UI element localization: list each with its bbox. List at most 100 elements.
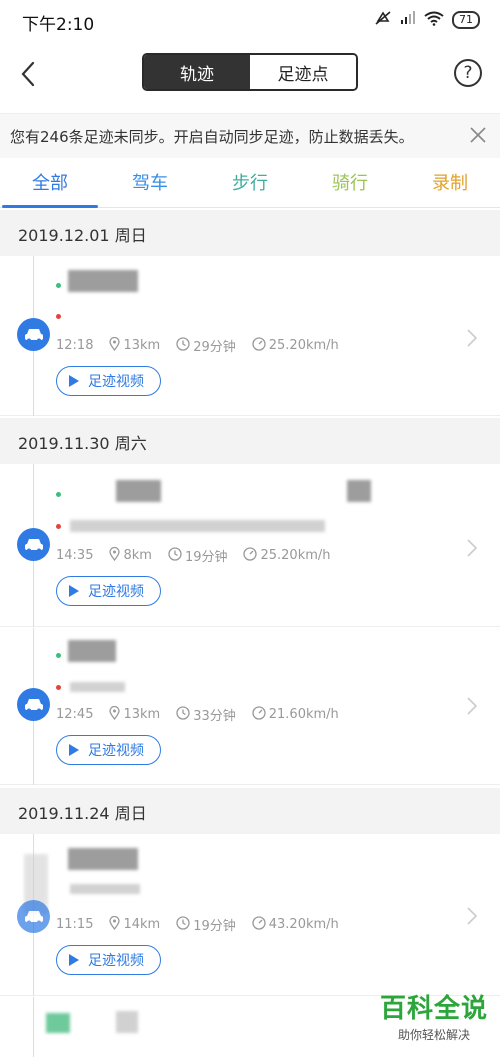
trip-time: 12:45 (56, 707, 94, 722)
clock-icon (168, 546, 182, 565)
footprint-video-button[interactable]: 足迹视频 (56, 366, 161, 396)
trip-speed: 25.20km/h (252, 336, 339, 355)
trip-stats: 11:15 14km 19分钟 43.20km/h (56, 915, 355, 934)
trip-time: 14:35 (56, 548, 94, 563)
start-location-redacted (68, 640, 116, 662)
trip-distance: 13km (109, 705, 161, 724)
trip-card[interactable]: 14:35 8km 19分钟 25.20km/h 足迹视频 (0, 464, 500, 627)
trip-card[interactable]: 12:18 13km 29分钟 25.20km/h 足迹视频 (0, 256, 500, 416)
date-label: 2019.11.24 周日 (18, 804, 147, 823)
footprint-video-button[interactable]: 足迹视频 (56, 576, 161, 606)
trip-speed: 25.20km/h (243, 546, 331, 565)
end-location-redacted (70, 682, 125, 692)
help-button[interactable]: ? (454, 59, 482, 87)
speedometer-icon (252, 915, 266, 934)
start-location-redacted (68, 848, 138, 870)
close-icon (470, 127, 486, 143)
distance-value: 8km (123, 548, 152, 563)
start-dot (56, 653, 61, 658)
chevron-right-icon (467, 329, 478, 347)
watermark-subtitle: 助你轻松解决 (397, 1028, 470, 1042)
trip-speed: 21.60km/h (252, 705, 339, 724)
speed-value: 25.20km/h (268, 338, 339, 353)
back-button[interactable] (14, 56, 44, 92)
speed-value: 21.60km/h (268, 707, 339, 722)
car-icon (17, 318, 50, 351)
trip-card[interactable]: 12:45 13km 33分钟 21.60km/h 足迹视频 (0, 628, 500, 785)
location-pin-icon (109, 705, 121, 724)
segment-footprints[interactable]: 足迹点 (250, 55, 356, 89)
distance-value: 13km (123, 338, 161, 353)
date-label: 2019.11.30 周六 (18, 434, 147, 453)
close-button[interactable] (466, 123, 490, 147)
chevron-right-icon (467, 907, 478, 925)
nav-bar: 轨迹 足迹点 ? (0, 40, 500, 110)
clock-icon (176, 336, 190, 355)
chevron-right-icon (467, 539, 478, 557)
timeline-line (33, 997, 34, 1057)
date-header: 2019.12.01 周日 (0, 210, 500, 256)
date-header: 2019.11.24 周日 (0, 788, 500, 834)
play-icon (69, 744, 79, 756)
speed-value: 25.20km/h (260, 548, 331, 563)
video-button-label: 足迹视频 (88, 743, 144, 759)
duration-value: 19分钟 (193, 919, 236, 934)
car-icon (17, 688, 50, 721)
sync-notice[interactable]: 您有246条足迹未同步。开启自动同步足迹，防止数据丢失。 (0, 113, 500, 158)
trip-duration: 33分钟 (176, 705, 236, 724)
watermark-title: 百科全说 (379, 994, 488, 1024)
distance-value: 13km (123, 707, 161, 722)
status-icons: 71 (374, 10, 480, 30)
trip-distance: 13km (109, 336, 161, 355)
end-dot (56, 524, 61, 529)
tab-record[interactable]: 录制 (400, 162, 500, 206)
video-button-label: 足迹视频 (88, 584, 144, 600)
duration-value: 29分钟 (193, 340, 236, 355)
clock-icon (176, 915, 190, 934)
trip-duration: 19分钟 (168, 546, 228, 565)
duration-value: 33分钟 (193, 709, 236, 724)
car-icon (17, 528, 50, 561)
car-icon (17, 900, 50, 933)
trip-stats: 12:18 13km 29分钟 25.20km/h (56, 336, 355, 355)
trip-duration: 29分钟 (176, 336, 236, 355)
sync-notice-text: 您有246条足迹未同步。开启自动同步足迹，防止数据丢失。 (10, 128, 414, 146)
play-icon (69, 585, 79, 597)
clock-icon (176, 705, 190, 724)
trip-card[interactable]: 11:15 14km 19分钟 43.20km/h 足迹视频 (0, 834, 500, 996)
status-time: 下午2:10 (22, 15, 95, 35)
view-toggle: 轨迹 足迹点 (142, 53, 358, 91)
watermark: 百科全说 助你轻松解决 (380, 988, 488, 1043)
play-icon (69, 954, 79, 966)
segment-tracks[interactable]: 轨迹 (144, 55, 250, 89)
tab-ride[interactable]: 骑行 (300, 162, 400, 206)
trip-time: 11:15 (56, 917, 94, 932)
trip-stats: 14:35 8km 19分钟 25.20km/h (56, 546, 347, 565)
start-location-redacted (116, 1011, 138, 1033)
tab-all[interactable]: 全部 (0, 162, 100, 208)
video-button-label: 足迹视频 (88, 953, 144, 969)
end-dot (56, 314, 61, 319)
location-pin-icon (109, 546, 121, 565)
end-location-redacted (70, 520, 325, 532)
start-location-redacted (347, 480, 371, 502)
mute-icon (374, 10, 392, 30)
trip-speed: 43.20km/h (252, 915, 339, 934)
video-button-label: 足迹视频 (88, 374, 144, 390)
wifi-icon (424, 11, 444, 30)
date-label: 2019.12.01 周日 (18, 226, 147, 245)
start-location-redacted (116, 480, 161, 502)
tab-walk[interactable]: 步行 (200, 162, 300, 206)
speedometer-icon (252, 336, 266, 355)
tab-drive[interactable]: 驾车 (100, 162, 200, 206)
start-dot (56, 283, 61, 288)
location-pin-icon (109, 915, 121, 934)
footprint-video-button[interactable]: 足迹视频 (56, 945, 161, 975)
chevron-left-icon (21, 61, 35, 87)
play-icon (69, 375, 79, 387)
duration-value: 19分钟 (184, 550, 228, 565)
trip-duration: 19分钟 (176, 915, 236, 934)
signal-icon (400, 11, 416, 29)
footprint-video-button[interactable]: 足迹视频 (56, 735, 161, 765)
start-location-redacted (46, 1013, 70, 1033)
